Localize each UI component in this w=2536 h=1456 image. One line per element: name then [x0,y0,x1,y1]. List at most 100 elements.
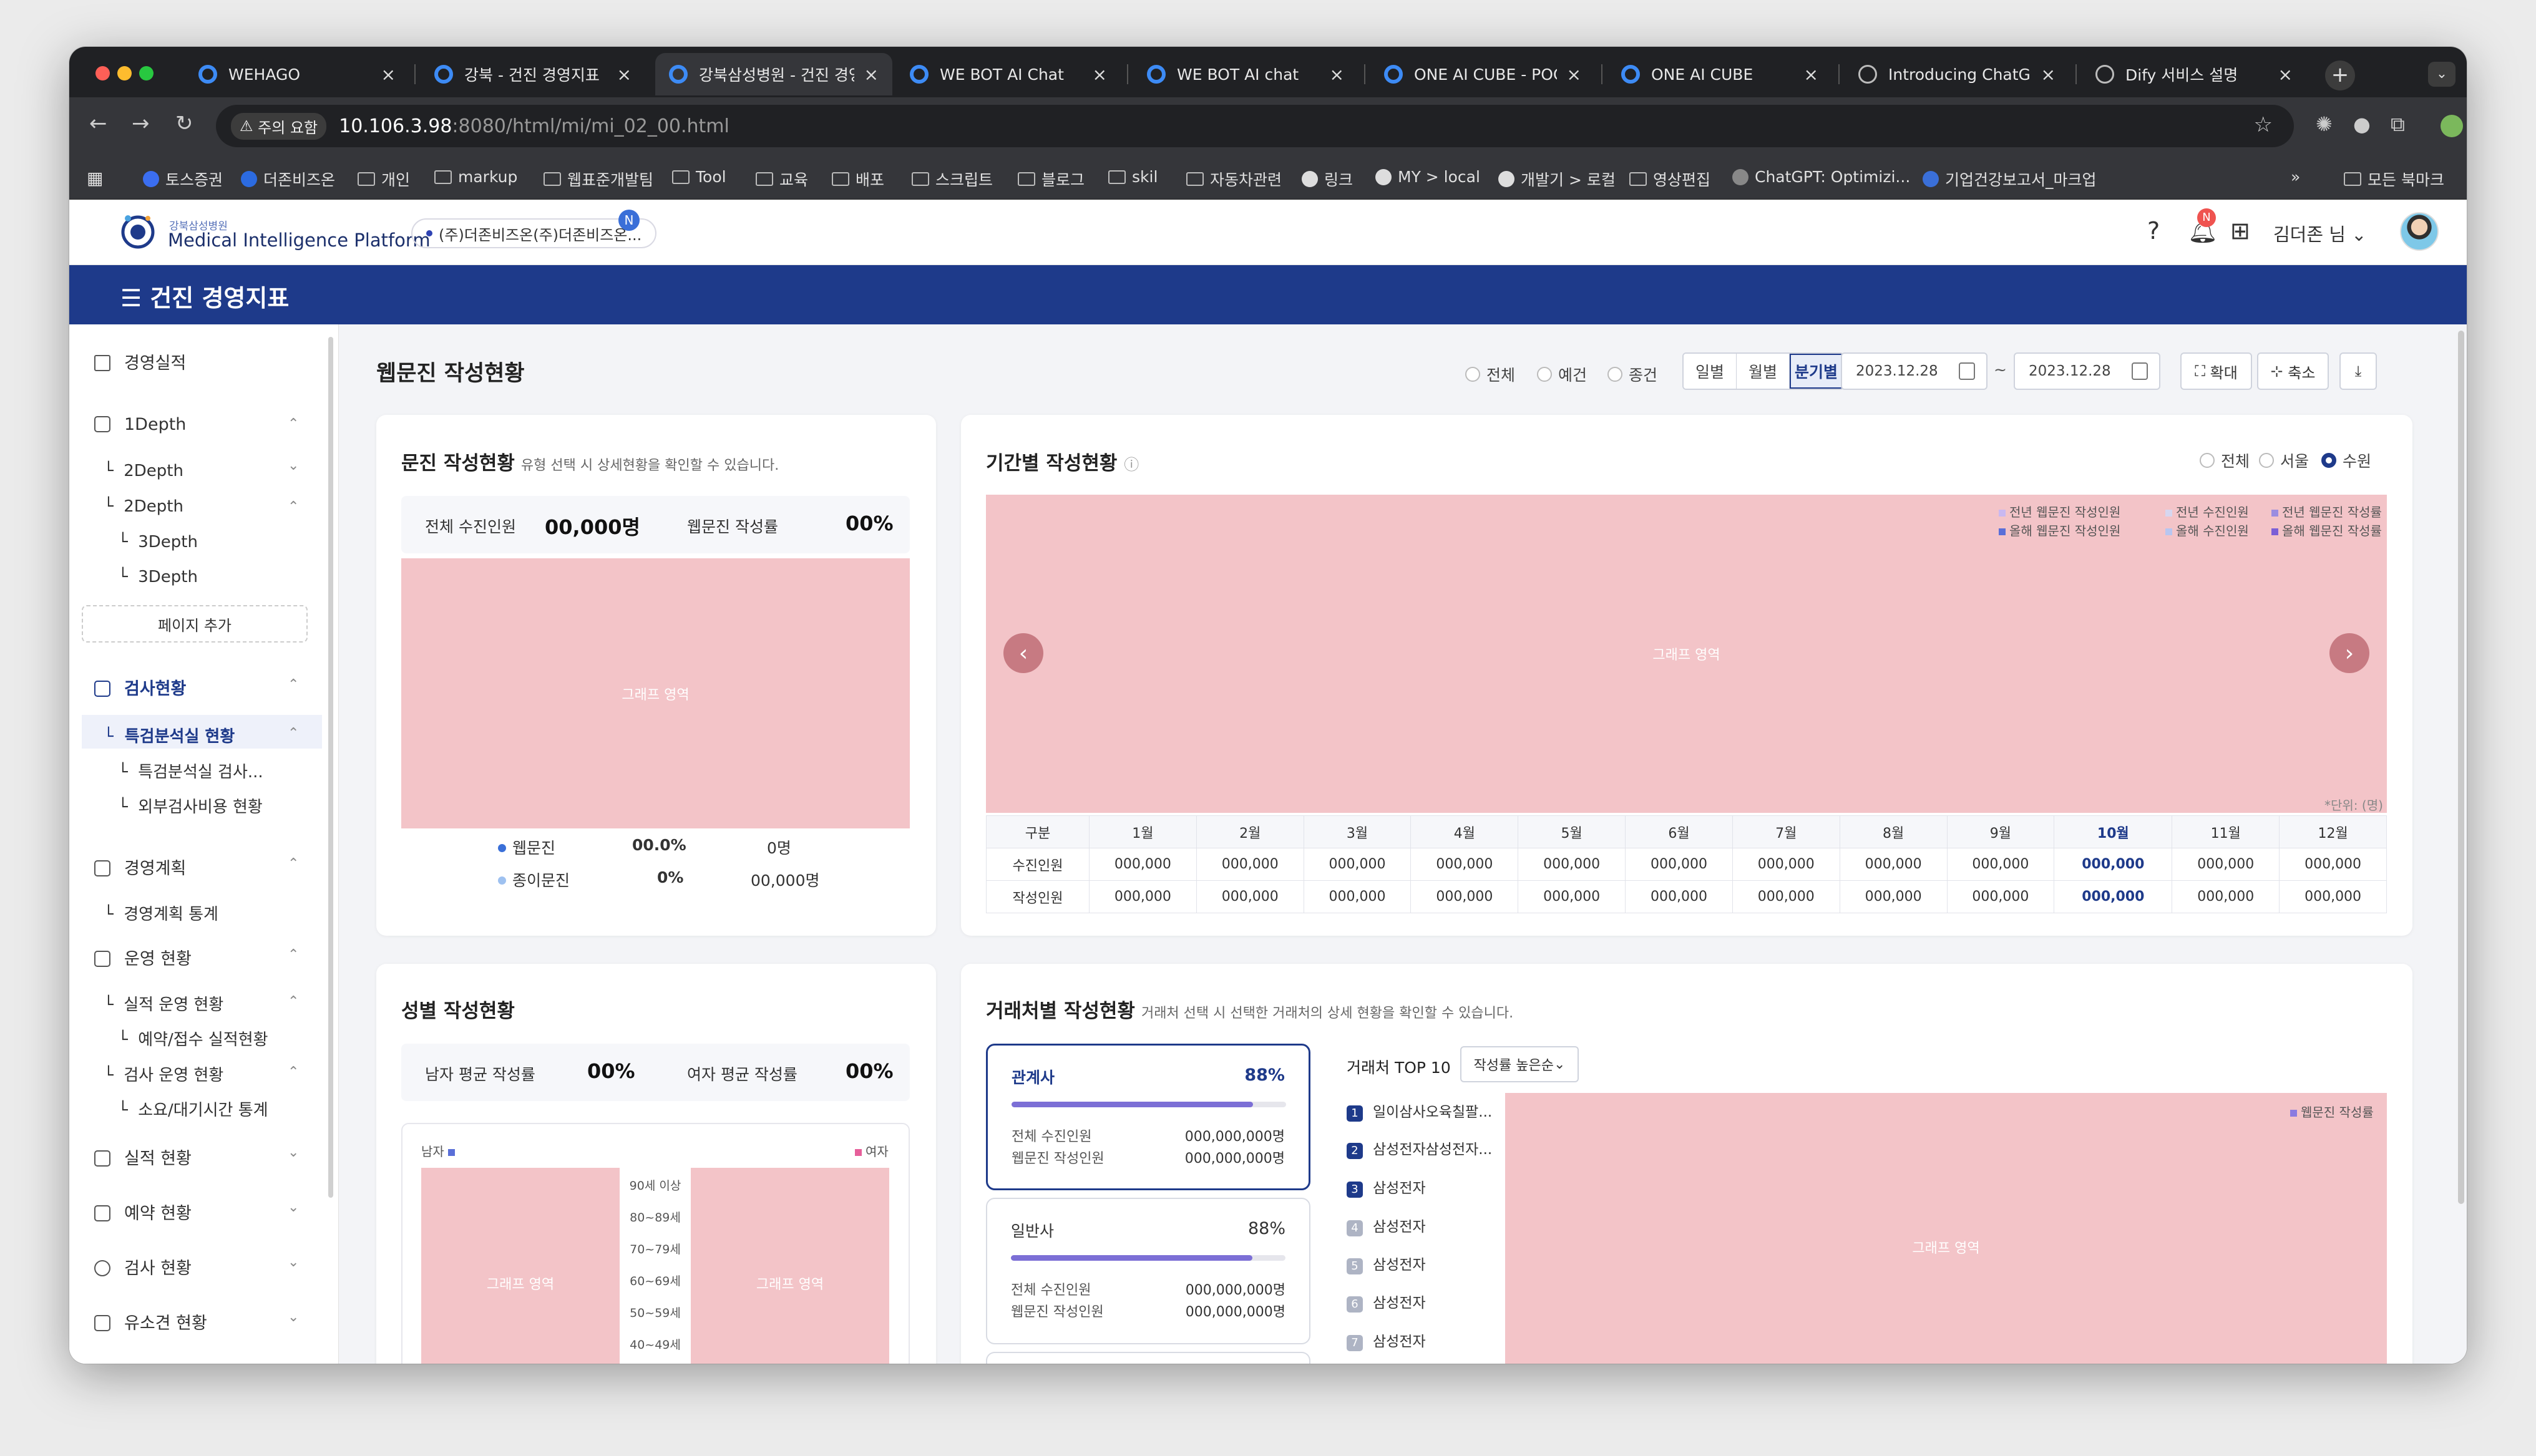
browser-tab[interactable]: ONE AI CUBE × [1607,53,1832,95]
back-icon[interactable]: ← [89,111,107,136]
bookmark-folder[interactable]: 자동차관련 [1186,168,1282,190]
more-bookmarks-icon[interactable]: » [2291,168,2300,186]
sidebar-item-external-cost[interactable]: └ 외부검사비용 현황 [118,794,263,817]
legend-paper-survey[interactable]: 종이문진 [498,868,570,891]
close-tab-icon[interactable]: × [617,64,632,85]
sidebar-item-reservation-stats[interactable]: └ 예약/접수 실적현황 [118,1027,268,1050]
top10-item[interactable]: 2 삼성전자삼성전자... [1347,1137,1492,1159]
bookmark-folder[interactable]: 블로그 [1018,168,1085,190]
sidebar-item-results[interactable]: 실적 현황 [94,1145,192,1169]
chevron-up-icon[interactable]: ⌃ [288,726,299,741]
legend-web-survey[interactable]: 웹문진 [498,836,555,858]
apps-grid-icon[interactable]: ▦ [87,168,103,188]
bookmark[interactable]: MY > local [1375,168,1480,186]
reload-icon[interactable]: ↻ [175,111,193,136]
sidebar-item-special-lab[interactable]: └ 특검분석실 현황 [104,724,235,747]
bookmark-folder[interactable]: 스크립트 [912,168,993,190]
bookmark-folder[interactable]: 배포 [832,168,884,190]
client-card-more[interactable] [986,1352,1310,1364]
extensions-puzzle-icon[interactable]: ⧉ [2391,112,2405,137]
top10-item[interactable]: 6 삼성전자 [1347,1291,1426,1313]
survey-pie-graph-area[interactable]: 그래프 영역 [401,558,910,828]
sidebar-item-2depth[interactable]: └ 2Depth [104,462,183,480]
zoom-window-button[interactable] [139,66,154,80]
chevron-up-icon[interactable]: ⌃ [288,416,299,432]
browser-tab[interactable]: ONE AI CUBE - POC × [1370,53,1595,95]
calendar-icon[interactable] [1959,362,1975,380]
user-menu[interactable]: 김더존 님 ⌄ [2273,220,2366,246]
browser-tab[interactable]: WE BOT AI chat × [1133,53,1358,95]
region-radio-all[interactable]: 전체 [2200,449,2250,472]
legend-item[interactable]: 전년 웹문진 작성인원 [1999,502,2120,520]
extension-icon[interactable]: ● [2353,112,2371,136]
bookmark[interactable]: 토스증권 [143,168,223,190]
bookmark[interactable]: 개발기 > 로컬 [1498,168,1616,190]
page-menu-title[interactable]: ☰ 건진 경영지표 [120,279,289,313]
top10-item[interactable]: 1 일이삼사오육칠팔... [1347,1100,1492,1122]
female-graph-area[interactable]: 그래프 영역 [691,1168,889,1364]
chevron-down-icon[interactable]: ⌄ [288,1200,299,1215]
client-card-affiliate[interactable]: 관계사 88% 전체 수진인원 000,000,000명 웹문진 작성인원 00… [986,1044,1310,1190]
legend-web-survey-rate[interactable]: 웹문진 작성률 [2290,1102,2374,1120]
shrink-button[interactable]: ⊹ 축소 [2257,352,2329,390]
sidebar-item-plan-stats[interactable]: └ 경영계획 통계 [104,901,218,925]
legend-item[interactable]: 전년 웹문진 작성률 [2271,502,2382,520]
close-tab-icon[interactable]: × [1567,64,1581,85]
legend-item[interactable]: 전년 수진인원 [2165,502,2249,520]
calendar-icon[interactable] [2132,362,2148,380]
browser-tab[interactable]: 강북 - 건진 경영지표 × [421,53,645,95]
bookmark[interactable]: 기업건강보고서_마크업 [1923,168,2097,190]
period-quarterly-button[interactable]: 분기별 [1790,354,1843,389]
expand-button[interactable]: ⛶ 확대 [2180,352,2252,390]
sidebar-item-test-ops[interactable]: └ 검사 운영 현황 [104,1062,223,1085]
bookmark-star-icon[interactable]: ☆ [2254,112,2273,137]
main-scrollbar[interactable] [2458,331,2464,1204]
period-graph-area[interactable]: 그래프 영역 [986,495,2387,813]
date-from-input[interactable]: 2023.12.28 [1841,352,1987,390]
chevron-up-icon[interactable]: ⌃ [288,994,299,1009]
close-tab-icon[interactable]: × [1093,64,1107,85]
client-graph-area[interactable]: 그래프 영역 [1505,1093,2387,1364]
chevron-up-icon[interactable]: ⌃ [288,499,299,515]
hamburger-icon[interactable]: ☰ [120,284,142,312]
date-to-input[interactable]: 2023.12.28 [2014,352,2160,390]
add-page-button[interactable]: 페이지 추가 [82,605,308,643]
sidebar-item-performance[interactable]: 경영실적 [94,349,186,374]
apps-grid-icon[interactable]: ⊞ [2230,217,2250,245]
filter-radio-reserved[interactable]: 예건 [1537,363,1587,386]
sidebar-item-2depth[interactable]: └ 2Depth [104,497,183,516]
all-bookmarks[interactable]: 모든 북마크 [2344,168,2444,190]
chevron-up-icon[interactable]: ⌃ [288,947,299,963]
sidebar-item-3depth[interactable]: └ 3Depth [118,568,198,586]
filter-radio-comprehensive[interactable]: 종건 [1607,363,1657,386]
close-tab-icon[interactable]: × [1330,64,1344,85]
forward-icon[interactable]: → [132,111,150,136]
close-tab-icon[interactable]: × [2041,64,2056,85]
region-radio-suwon[interactable]: 수원 [2321,449,2371,472]
sort-select[interactable]: 작성률 높은순 ⌄ [1460,1046,1579,1082]
chevron-down-icon[interactable]: ⌄ [288,1255,299,1270]
close-window-button[interactable] [95,66,110,80]
filter-radio-all[interactable]: 전체 [1465,363,1515,386]
logo-title[interactable]: Medical Intelligence Platform [168,230,431,251]
bookmark-folder[interactable]: 교육 [756,168,808,190]
close-tab-icon[interactable]: × [2278,64,2293,85]
download-button[interactable]: ⤓ [2339,352,2377,390]
chevron-up-icon[interactable]: ⌃ [288,1064,299,1080]
chevron-up-icon[interactable]: ⌃ [288,856,299,871]
sidebar-item-special-lab-test[interactable]: └ 특검분석실 검사... [118,759,263,782]
bookmark[interactable]: 더존비즈온 [241,168,335,190]
close-tab-icon[interactable]: × [381,64,396,85]
info-icon[interactable]: ⓘ [1124,456,1139,473]
minimize-window-button[interactable] [117,66,132,80]
bookmark-folder[interactable]: 웹표준개발팀 [544,168,653,190]
sidebar-item-3depth[interactable]: └ 3Depth [118,533,198,551]
top10-item[interactable]: 7 삼성전자 [1347,1329,1426,1351]
security-warning[interactable]: ⚠ 주의 요함 [231,112,327,140]
browser-tab[interactable]: Introducing ChatGPT × [1845,53,2069,95]
help-icon[interactable]: ? [2147,217,2160,245]
legend-item[interactable]: 올해 웹문진 작성인원 [1999,521,2120,539]
client-card-general[interactable]: 일반사 88% 전체 수진인원 000,000,000명 웹문진 작성인원 00… [986,1198,1310,1344]
extension-icon[interactable]: ✺ [2316,112,2333,136]
bookmark-folder[interactable]: 개인 [358,168,410,190]
